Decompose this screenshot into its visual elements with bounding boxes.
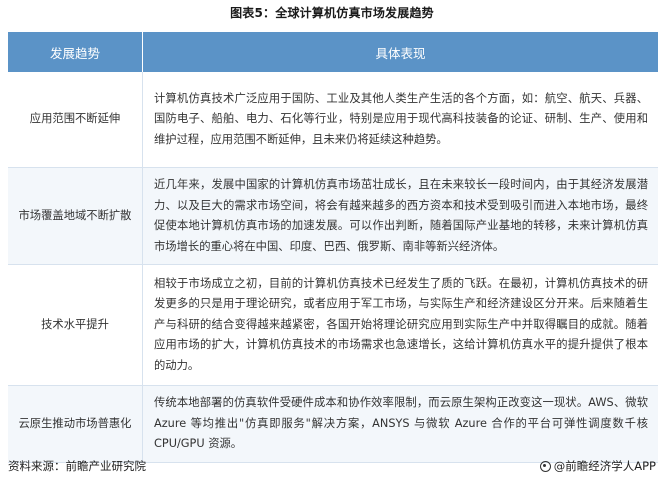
figure-title: 图表5：全球计算机仿真市场发展趋势 <box>230 6 434 20</box>
table-row: 市场覆盖地域不断扩散 近几年来，发展中国家的计算机仿真市场茁壮成长，且在未来较长… <box>8 167 658 265</box>
table-row: 技术水平提升 相较于市场成立之初，目前的计算机仿真技术已经发生了质的飞跃。在最初… <box>8 264 658 386</box>
trend-cell: 应用范围不断延伸 <box>8 72 143 168</box>
trend-cell: 云原生推动市场普惠化 <box>8 385 143 463</box>
detail-cell: 计算机仿真技术广泛应用于国防、工业及其他人类生产生活的各个方面，如：航空、航天、… <box>142 72 658 168</box>
column-header-trend: 发展趋势 <box>8 32 143 72</box>
table-row: 应用范围不断延伸 计算机仿真技术广泛应用于国防、工业及其他人类生产生活的各个方面… <box>8 72 658 168</box>
column-header-detail: 具体表现 <box>142 32 658 72</box>
trend-cell: 技术水平提升 <box>8 264 143 386</box>
qianzhan-logo-icon <box>539 460 551 472</box>
brand-credit: @前瞻经济学人APP <box>539 458 656 474</box>
detail-cell: 相较于市场成立之初，目前的计算机仿真技术已经发生了质的飞跃。在最初，计算机仿真技… <box>142 264 658 386</box>
table-header-row: 发展趋势 具体表现 <box>8 32 658 72</box>
detail-cell: 传统本地部署的仿真软件受硬件成本和协作效率限制，而云原生架构正改变这一现状。AW… <box>142 385 658 463</box>
source-note: 资料来源：前瞻产业研究院 <box>8 459 146 473</box>
trend-table: 发展趋势 具体表现 应用范围不断延伸 计算机仿真技术广泛应用于国防、工业及其他人… <box>8 32 658 463</box>
brand-label: @前瞻经济学人APP <box>553 459 656 473</box>
table-row: 云原生推动市场普惠化 传统本地部署的仿真软件受硬件成本和协作效率限制，而云原生架… <box>8 385 658 463</box>
detail-cell: 近几年来，发展中国家的计算机仿真市场茁壮成长，且在未来较长一段时间内，由于其经济… <box>142 167 658 265</box>
trend-cell: 市场覆盖地域不断扩散 <box>8 167 143 265</box>
